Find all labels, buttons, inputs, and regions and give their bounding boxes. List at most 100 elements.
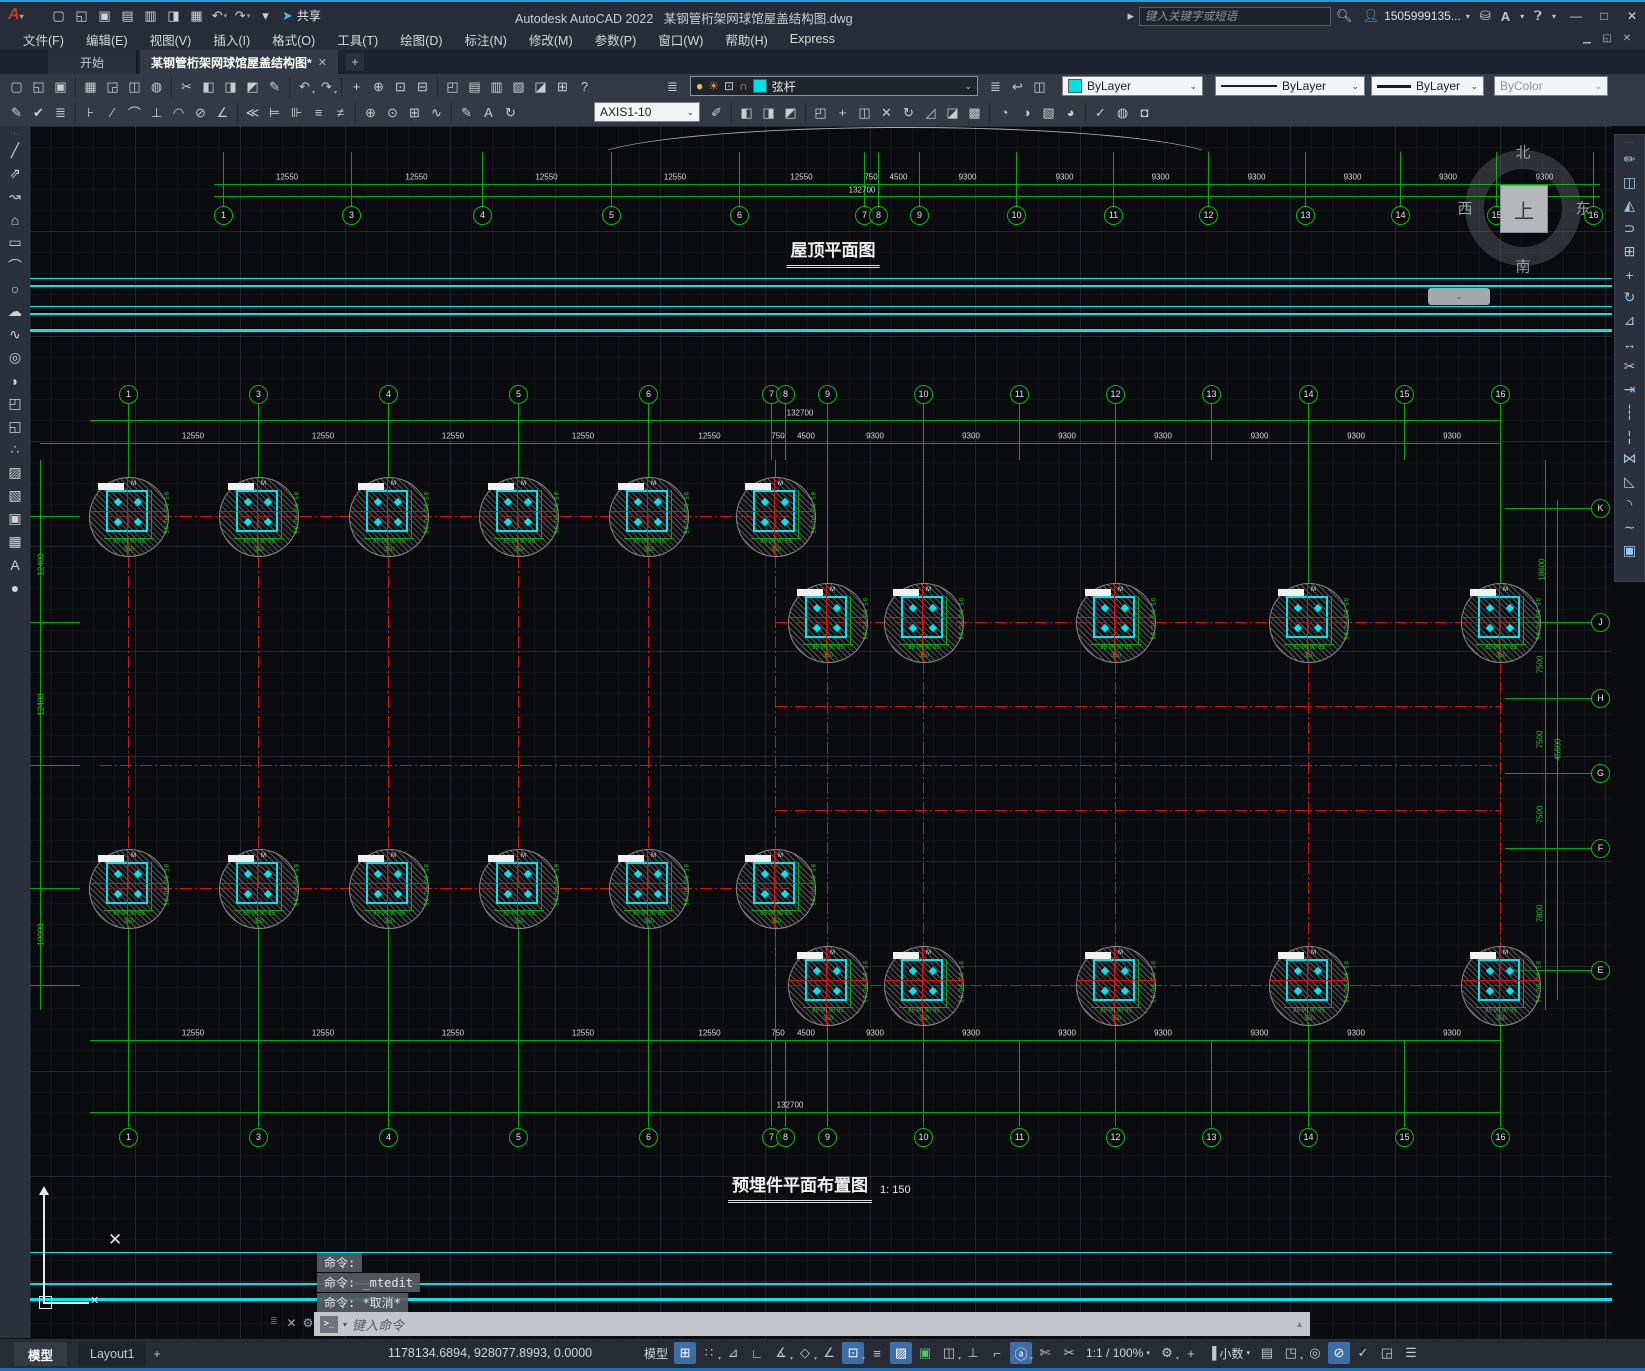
undo-icon[interactable]: ↶ ▾ [209, 5, 230, 26]
pan-icon[interactable]: + [346, 76, 367, 97]
command-settings-icon[interactable]: ⚙ [303, 1316, 314, 1330]
match-properties-icon[interactable]: ✎ [264, 76, 285, 97]
user-icon[interactable]: 👤︎ [1363, 8, 1380, 24]
arc-icon[interactable]: ⌒ [3, 254, 27, 277]
help-caret-icon[interactable]: ▾ [1552, 12, 1556, 21]
menu-item-5[interactable]: 工具(T) [326, 28, 389, 50]
dynamic-ucs-icon[interactable]: ⊥ [962, 1342, 984, 1364]
hardware-acceleration-icon[interactable]: ⊘ [1327, 1342, 1350, 1364]
layer-vpfreeze-icon[interactable]: ⊡ [724, 79, 734, 93]
annotation-visibility-icon[interactable]: ⓐ ▾ [1010, 1342, 1033, 1364]
table-icon[interactable]: ▦ [3, 530, 27, 553]
dim-diameter-icon[interactable]: ⊘ [190, 102, 211, 123]
lineweight-display-icon[interactable]: ≡ [866, 1342, 888, 1364]
save-icon[interactable]: ▣ [50, 76, 71, 97]
menu-item-7[interactable]: 标注(N) [454, 28, 518, 50]
join-icon[interactable]: ⋈ [1618, 447, 1642, 470]
compass-south[interactable]: 南 [1515, 256, 1530, 277]
paste-icon[interactable]: ◨ [220, 76, 241, 97]
selection-cycling-icon[interactable]: ▣ [914, 1342, 936, 1364]
design-center-icon[interactable]: ▤ [464, 76, 485, 97]
redo-icon[interactable]: ↷ ▾ [316, 76, 337, 97]
display-grid-icon[interactable]: ⊞ [674, 1342, 697, 1364]
lineweight-combo[interactable]: ByLayer ⌄ [1371, 76, 1484, 96]
layout-tab-layout1[interactable]: Layout1 [78, 1342, 147, 1366]
upload-mobile-icon[interactable]: ◨ [163, 5, 184, 26]
account-name[interactable]: 1505999135... [1384, 9, 1461, 23]
dim-ordinate-icon[interactable]: ⊥ [146, 102, 167, 123]
polar-tracking-icon[interactable]: ∡ ▾ [770, 1342, 793, 1364]
center-mark-icon[interactable]: ⊕ [360, 102, 381, 123]
customize-icon[interactable]: ☰ [1400, 1342, 1422, 1364]
taper-faces-icon[interactable]: ◿ [920, 102, 941, 123]
stretch-icon[interactable]: ↔ [1618, 332, 1642, 355]
lock-ui-icon[interactable]: ◳ ▾ [1280, 1342, 1303, 1364]
polyline-icon[interactable]: ↝ [3, 185, 27, 208]
minimize-button[interactable]: — [1563, 6, 1589, 26]
menu-item-12[interactable]: Express [779, 28, 846, 50]
new-tab-button[interactable]: + [346, 53, 364, 71]
search-input[interactable]: 键入关键字或短语 [1139, 6, 1332, 26]
dim-arc-length-icon[interactable]: ⌒ [124, 102, 145, 123]
dim-break-icon[interactable]: ≠ [330, 102, 351, 123]
menu-item-8[interactable]: 修改(M) [518, 28, 584, 50]
quick-properties-icon[interactable]: ▤ [1256, 1342, 1278, 1364]
open-icon[interactable]: ◱ [28, 76, 49, 97]
imprint-icon[interactable]: ▧ [1038, 102, 1059, 123]
open-icon[interactable]: ◱ [71, 5, 92, 26]
dim-radius-icon[interactable]: ◠ [168, 102, 189, 123]
layer-unlock-icon[interactable]: ∩ [739, 79, 748, 93]
circle-icon[interactable]: ○ [3, 277, 27, 300]
fillet-icon[interactable]: ◝ [1618, 493, 1642, 516]
annotation-scale[interactable]: 1:1 / 100% ▾ [1082, 1346, 1154, 1360]
multiline-text-icon[interactable]: A [3, 553, 27, 576]
copy-clip-icon[interactable]: ◧ [198, 76, 219, 97]
spline-icon[interactable]: ∿ [3, 323, 27, 346]
command-drag-handle[interactable]: ≣ [270, 1316, 279, 1330]
graphics-status-icon[interactable]: ✓ [1352, 1342, 1374, 1364]
dynamic-input-icon[interactable]: ⌐ [986, 1342, 1008, 1364]
dim-edit-icon[interactable]: ✎ [456, 102, 477, 123]
view-label[interactable]: ⌄ [1428, 288, 1490, 305]
zoom-realtime-icon[interactable]: ⊕ [368, 76, 389, 97]
command-close-icon[interactable]: ✕ [287, 1316, 297, 1330]
autodesk-icon[interactable]: A [1501, 9, 1510, 24]
ellipse-arc-icon[interactable]: ◗ [3, 369, 27, 392]
command-prompt-caret-icon[interactable]: ▾ [343, 1320, 347, 1329]
dim-jogged-icon[interactable]: ∿ [426, 102, 447, 123]
move-icon[interactable]: + [1618, 263, 1642, 286]
layer-properties-icon[interactable]: ≣ [662, 76, 683, 97]
undo-icon[interactable]: ↶ ▾ [294, 76, 315, 97]
linetype-combo[interactable]: ByLayer ⌄ [1215, 76, 1365, 96]
hatch-icon[interactable]: ▨ [3, 461, 27, 484]
clean-screen-icon[interactable]: ◲ [1376, 1342, 1398, 1364]
mirror-icon[interactable]: ◭ [1618, 194, 1642, 217]
dim-aligned-icon[interactable]: ∕ [102, 102, 123, 123]
tab-start[interactable]: 开始 [48, 50, 137, 74]
tab-drawing[interactable]: 某钢管桁架网球馆屋盖结构图* ✕ [140, 50, 338, 74]
object-color-combo[interactable]: ByLayer ⌄ [1062, 76, 1203, 96]
transparency-icon[interactable]: ▨ [890, 1342, 913, 1364]
markup-set-manager-icon[interactable]: ◪ [530, 76, 551, 97]
menu-item-3[interactable]: 插入(I) [202, 28, 261, 50]
paste-block-icon[interactable]: ◩ [242, 76, 263, 97]
menu-item-1[interactable]: 编辑(E) [75, 28, 139, 50]
sheet-set-manager-icon[interactable]: ▧ [508, 76, 529, 97]
menu-item-11[interactable]: 帮助(H) [714, 28, 778, 50]
layer-thaw-icon[interactable]: ☀︎ [708, 79, 719, 93]
offset-faces-icon[interactable]: ◫ [854, 102, 875, 123]
layer-combo-caret-icon[interactable]: ⌄ [964, 81, 972, 92]
app-logo-icon[interactable]: A▾ [8, 6, 24, 24]
color-edges-icon[interactable]: ◍ [1112, 102, 1133, 123]
shell-icon[interactable]: ◔ [994, 102, 1015, 123]
workspace-switching-icon[interactable]: ⚙ ▾ [1156, 1342, 1179, 1364]
qat-customize-icon[interactable]: ▾ [255, 5, 276, 26]
copy-faces-icon[interactable]: ◪ [942, 102, 963, 123]
solid-intersect-icon[interactable]: ◩ [780, 102, 801, 123]
snap-mode-icon[interactable]: ∷ ▾ [698, 1342, 721, 1364]
ortho-mode-icon[interactable]: ∟ [746, 1342, 768, 1364]
rotate-icon[interactable]: ↻ [1618, 286, 1642, 309]
rotate-faces-icon[interactable]: ↻ [898, 102, 919, 123]
layer-states-icon[interactable]: ≣ [985, 76, 1006, 97]
compass-west[interactable]: 西 [1457, 198, 1472, 219]
